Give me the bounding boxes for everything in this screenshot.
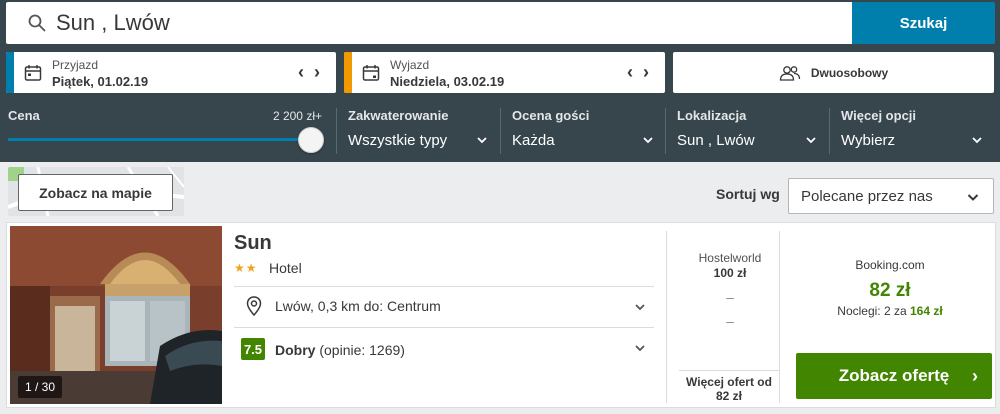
filter-price-max: 2 200 zł+ [272, 109, 322, 123]
rating-score-badge: 7.5 [241, 338, 265, 360]
filter-location-title: Lokalizacja [677, 108, 747, 123]
chevron-down-icon [806, 137, 816, 144]
filter-more[interactable]: Więcej opcji Wybierz [841, 102, 983, 158]
chevron-down-icon [972, 137, 982, 144]
more-offers-line2: 82 zł [715, 389, 742, 403]
hotel-type: Hotel [269, 260, 302, 276]
nights-total: 164 zł [910, 304, 943, 318]
checkout-next-arrow[interactable]: › [643, 62, 649, 83]
search-icon [28, 14, 46, 32]
nights-prefix: Noclegi: 2 za [837, 304, 907, 318]
search-input[interactable] [56, 10, 836, 36]
view-offer-label: Zobacz ofertę [838, 366, 950, 385]
price-slider-track[interactable] [8, 138, 312, 141]
filter-rating-value: Każda [512, 132, 555, 149]
best-offer-nights: Noclegi: 2 za 164 zł [785, 304, 995, 318]
price-slider-handle[interactable] [298, 127, 324, 153]
room-selector[interactable]: Dwuosobowy [673, 52, 994, 93]
chevron-down-icon [967, 194, 979, 201]
hotel-result-card: 1 / 30 Sun ★★ Hotel Lwów, 0,3 km do: Cen… [6, 222, 996, 408]
star-rating-icon: ★★ [234, 261, 258, 275]
checkout-accent-bar [344, 52, 352, 93]
filter-location[interactable]: Lokalizacja Sun , Lwów [677, 102, 817, 158]
filters-bar: Cena 2 200 zł+ Zakwaterowanie Wszystkie … [0, 102, 1000, 160]
hotel-name[interactable]: Sun [234, 232, 272, 255]
rating-word: Dobry [275, 342, 316, 358]
alt-offer-empty: – [726, 313, 734, 329]
sort-value: Polecane przez nas [801, 188, 933, 205]
alt-offer-empty: – [726, 289, 734, 305]
checkout-label: Wyjazd [390, 58, 430, 72]
filter-accommodation[interactable]: Zakwaterowanie Wszystkie typy [348, 102, 488, 158]
search-box[interactable] [6, 2, 854, 44]
sort-select[interactable]: Polecane przez nas [788, 178, 994, 214]
rating-reviews: (opinie: 1269) [319, 342, 405, 358]
filter-price[interactable]: Cena 2 200 zł+ [8, 102, 324, 158]
room-label: Dwuosobowy [810, 65, 889, 80]
filter-more-title: Więcej opcji [841, 108, 917, 123]
checkin-accent-bar [6, 52, 14, 93]
checkout-field[interactable]: Wyjazd Niedziela, 03.02.19 ‹ › [344, 52, 665, 93]
show-map-button[interactable]: Zobacz na mapie [18, 174, 173, 211]
checkin-next-arrow[interactable]: › [314, 62, 320, 83]
calendar-icon [24, 65, 42, 81]
more-offers-line1: Więcej ofert od [686, 375, 772, 389]
checkin-prev-arrow[interactable]: ‹ [298, 62, 304, 83]
alt-offer-site[interactable]: Hostelworld [675, 251, 785, 265]
best-offer-site: Booking.com [855, 258, 925, 272]
users-icon [779, 65, 800, 81]
more-offers-link[interactable]: Więcej ofert od 82 zł [679, 370, 779, 403]
filter-location-value: Sun , Lwów [677, 132, 755, 149]
location-text: Lwów, 0,3 km do: Centrum [275, 298, 441, 314]
checkout-prev-arrow[interactable]: ‹ [627, 62, 633, 83]
filter-accommodation-title: Zakwaterowanie [348, 108, 449, 123]
search-button[interactable]: Szukaj [852, 2, 995, 44]
filter-rating-title: Ocena gości [512, 108, 590, 123]
chevron-down-icon [635, 345, 645, 352]
calendar-icon [362, 65, 380, 81]
rating-row[interactable]: 7.5 Dobry (opinie: 1269) [234, 328, 654, 368]
filter-accommodation-value: Wszystkie typy [348, 132, 448, 149]
checkout-date: Niedziela, 03.02.19 [390, 74, 505, 89]
location-row[interactable]: Lwów, 0,3 km do: Centrum [234, 287, 654, 327]
filter-price-title: Cena [8, 108, 40, 123]
chevron-down-icon [635, 304, 645, 311]
map-pin-icon [246, 296, 262, 316]
chevron-down-icon [643, 137, 653, 144]
filter-rating[interactable]: Ocena gości Każda [512, 102, 654, 158]
photo-counter: 1 / 30 [18, 376, 63, 398]
chevron-right-icon: › [972, 366, 978, 386]
checkin-date: Piątek, 01.02.19 [52, 74, 149, 89]
best-offer: Booking.com 82 zł Noclegi: 2 za 164 zł Z… [785, 223, 995, 409]
hotel-photo[interactable]: 1 / 30 [10, 226, 222, 404]
chevron-down-icon [477, 137, 487, 144]
alternative-offers: Hostelworld 100 zł – – Więcej ofert od 8… [675, 223, 785, 409]
alt-offer-price[interactable]: 100 zł [675, 266, 785, 280]
checkin-field[interactable]: Przyjazd Piątek, 01.02.19 ‹ › [6, 52, 336, 93]
sort-label: Sortuj wg [716, 186, 780, 202]
checkin-label: Przyjazd [52, 58, 99, 72]
view-offer-button[interactable]: Zobacz ofertę › [796, 353, 992, 399]
best-offer-price: 82 zł [869, 280, 911, 301]
filter-more-value: Wybierz [841, 132, 896, 149]
